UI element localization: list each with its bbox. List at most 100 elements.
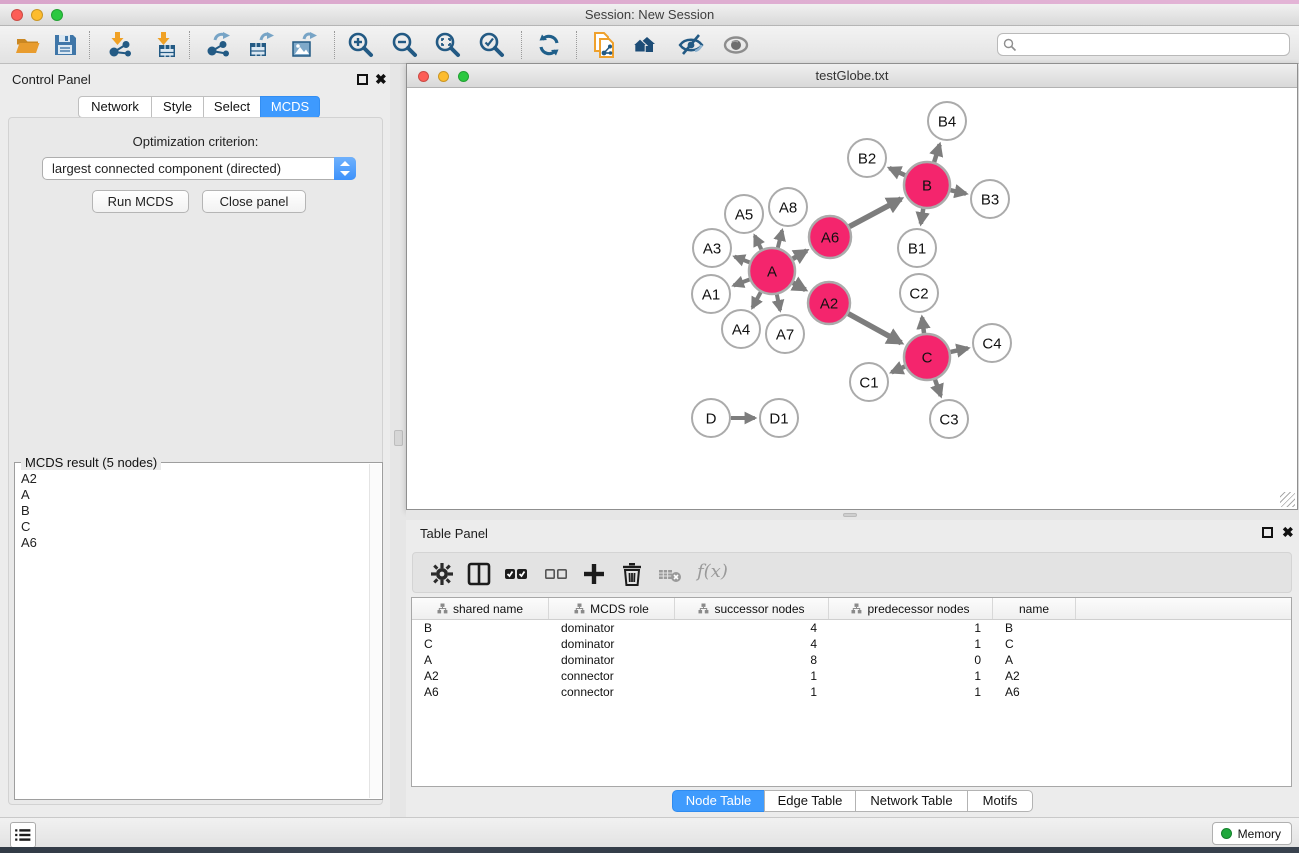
tree-column-icon <box>574 603 585 614</box>
graph-edge-C-C3[interactable] <box>935 380 941 396</box>
zoom-selected-icon[interactable] <box>478 31 506 59</box>
graph-edge-B-B3[interactable] <box>950 190 966 193</box>
graph-node-label-C3: C3 <box>939 411 958 428</box>
mcds-result-item[interactable]: A <box>21 487 368 503</box>
table-cell: connector <box>549 684 675 700</box>
float-panel-icon[interactable] <box>1262 527 1273 538</box>
toolbar-separator <box>334 31 335 59</box>
mcds-result-item[interactable]: B <box>21 503 368 519</box>
panel-splitter-horizontal[interactable] <box>406 510 1299 520</box>
tab-edge-table[interactable]: Edge Table <box>764 790 856 812</box>
tab-select[interactable]: Select <box>203 96 261 118</box>
column-header-successor-nodes[interactable]: successor nodes <box>675 598 829 619</box>
zoom-in-icon[interactable] <box>347 31 375 59</box>
homes-icon[interactable] <box>633 31 661 59</box>
result-scrollbar[interactable] <box>369 464 381 798</box>
mcds-result-item[interactable]: A6 <box>21 535 368 551</box>
main-toolbar <box>0 26 1299 64</box>
hide-graphics-details-icon[interactable] <box>677 31 705 59</box>
zoom-out-icon[interactable] <box>391 31 419 59</box>
function-builder-icon[interactable]: f(x) <box>697 561 728 582</box>
graph-edge-B-B1[interactable] <box>921 209 923 224</box>
table-row[interactable]: Adominator80A <box>412 652 1291 668</box>
gear-icon[interactable] <box>429 561 455 587</box>
duplicate-network-icon[interactable] <box>591 31 619 59</box>
table-row[interactable]: A6connector11A6 <box>412 684 1291 700</box>
graph-edge-A-A5[interactable] <box>755 236 762 250</box>
graph-edge-C-C1[interactable] <box>892 366 905 372</box>
add-column-icon[interactable] <box>581 561 607 587</box>
export-image-icon[interactable] <box>290 31 318 59</box>
search-input[interactable] <box>1020 35 1285 54</box>
mcds-result-item[interactable]: A2 <box>21 471 368 487</box>
memory-button[interactable]: Memory <box>1212 822 1292 845</box>
float-panel-icon[interactable] <box>357 74 368 85</box>
panel-splitter-vertical[interactable] <box>390 64 407 817</box>
graph-edge-A-A1[interactable] <box>734 279 750 285</box>
graph-edge-A-A3[interactable] <box>735 257 750 263</box>
table-cell: A6 <box>993 684 1076 700</box>
tab-style[interactable]: Style <box>151 96 204 118</box>
graph-edge-A-A2[interactable] <box>793 283 806 290</box>
close-panel-icon[interactable]: ✖ <box>375 74 387 85</box>
criterion-dropdown[interactable]: largest connected component (directed) <box>42 157 356 180</box>
graph-node-label-C2: C2 <box>909 285 928 302</box>
graph-node-label-A5: A5 <box>735 206 753 223</box>
graph-edge-A2-C[interactable] <box>848 314 901 343</box>
mcds-result-item[interactable]: C <box>21 519 368 535</box>
column-header-predecessor-nodes[interactable]: predecessor nodes <box>829 598 993 619</box>
zoom-fit-icon[interactable] <box>434 31 462 59</box>
tab-motifs[interactable]: Motifs <box>967 790 1033 812</box>
graph-edge-C-C2[interactable] <box>922 317 924 333</box>
select-checked-icon[interactable] <box>503 561 529 587</box>
graph-edge-A-A6[interactable] <box>793 251 807 259</box>
close-panel-button[interactable]: Close panel <box>202 190 306 213</box>
window-resize-grip[interactable] <box>1280 492 1295 507</box>
graph-edge-A-A4[interactable] <box>752 292 760 307</box>
tab-network[interactable]: Network <box>78 96 152 118</box>
dropdown-stepper-icon <box>334 157 356 180</box>
table-cell: 1 <box>829 620 993 636</box>
control-panel-tabs: Network Style Select MCDS <box>78 96 320 118</box>
network-graph[interactable]: AA1A2A3A4A5A6A7A8BB1B2B3B4CC1C2C3C4DD1 <box>407 88 1297 509</box>
column-header-shared-name[interactable]: shared name <box>412 598 549 619</box>
table-row[interactable]: A2connector11A2 <box>412 668 1291 684</box>
show-graphics-details-icon[interactable] <box>722 31 750 59</box>
refresh-icon[interactable] <box>535 31 563 59</box>
delete-column-icon[interactable] <box>619 561 645 587</box>
export-table-icon[interactable] <box>247 31 275 59</box>
export-network-icon[interactable] <box>205 31 233 59</box>
mcds-result-box: MCDS result (5 nodes) A2ABCA6 <box>14 462 383 800</box>
criterion-value: largest connected component (directed) <box>52 161 281 176</box>
graph-edge-A-A7[interactable] <box>777 295 780 311</box>
graph-edge-B-B4[interactable] <box>934 144 940 162</box>
column-label: predecessor nodes <box>867 602 969 616</box>
import-table-icon[interactable] <box>152 31 180 59</box>
open-session-icon[interactable] <box>14 31 42 59</box>
splitter-grip[interactable] <box>394 430 403 446</box>
import-network-icon[interactable] <box>106 31 134 59</box>
table-cell: dominator <box>549 652 675 668</box>
network-canvas[interactable]: AA1A2A3A4A5A6A7A8BB1B2B3B4CC1C2C3C4DD1 <box>407 88 1297 509</box>
table-row[interactable]: Bdominator41B <box>412 620 1291 636</box>
graph-edge-C-C4[interactable] <box>950 348 967 352</box>
tab-network-table[interactable]: Network Table <box>855 790 968 812</box>
close-panel-icon[interactable]: ✖ <box>1282 527 1294 538</box>
tab-node-table[interactable]: Node Table <box>672 790 765 812</box>
columns-icon[interactable] <box>466 561 492 587</box>
graph-edge-A-A8[interactable] <box>778 230 782 247</box>
save-session-icon[interactable] <box>51 31 79 59</box>
task-list-button[interactable] <box>10 822 36 848</box>
delete-table-icon[interactable] <box>657 561 683 587</box>
column-header-mcds-role[interactable]: MCDS role <box>549 598 675 619</box>
splitter-grip[interactable] <box>843 513 857 517</box>
graph-edge-B-B2[interactable] <box>889 168 905 175</box>
run-mcds-button[interactable]: Run MCDS <box>92 190 189 213</box>
table-cell: 1 <box>829 668 993 684</box>
tab-mcds[interactable]: MCDS <box>260 96 320 118</box>
table-tabs: Node Table Edge Table Network Table Moti… <box>672 790 1033 812</box>
select-unchecked-icon[interactable] <box>543 561 569 587</box>
table-row[interactable]: Cdominator41C <box>412 636 1291 652</box>
graph-edge-A6-B[interactable] <box>849 199 901 227</box>
column-header-name[interactable]: name <box>993 598 1076 619</box>
